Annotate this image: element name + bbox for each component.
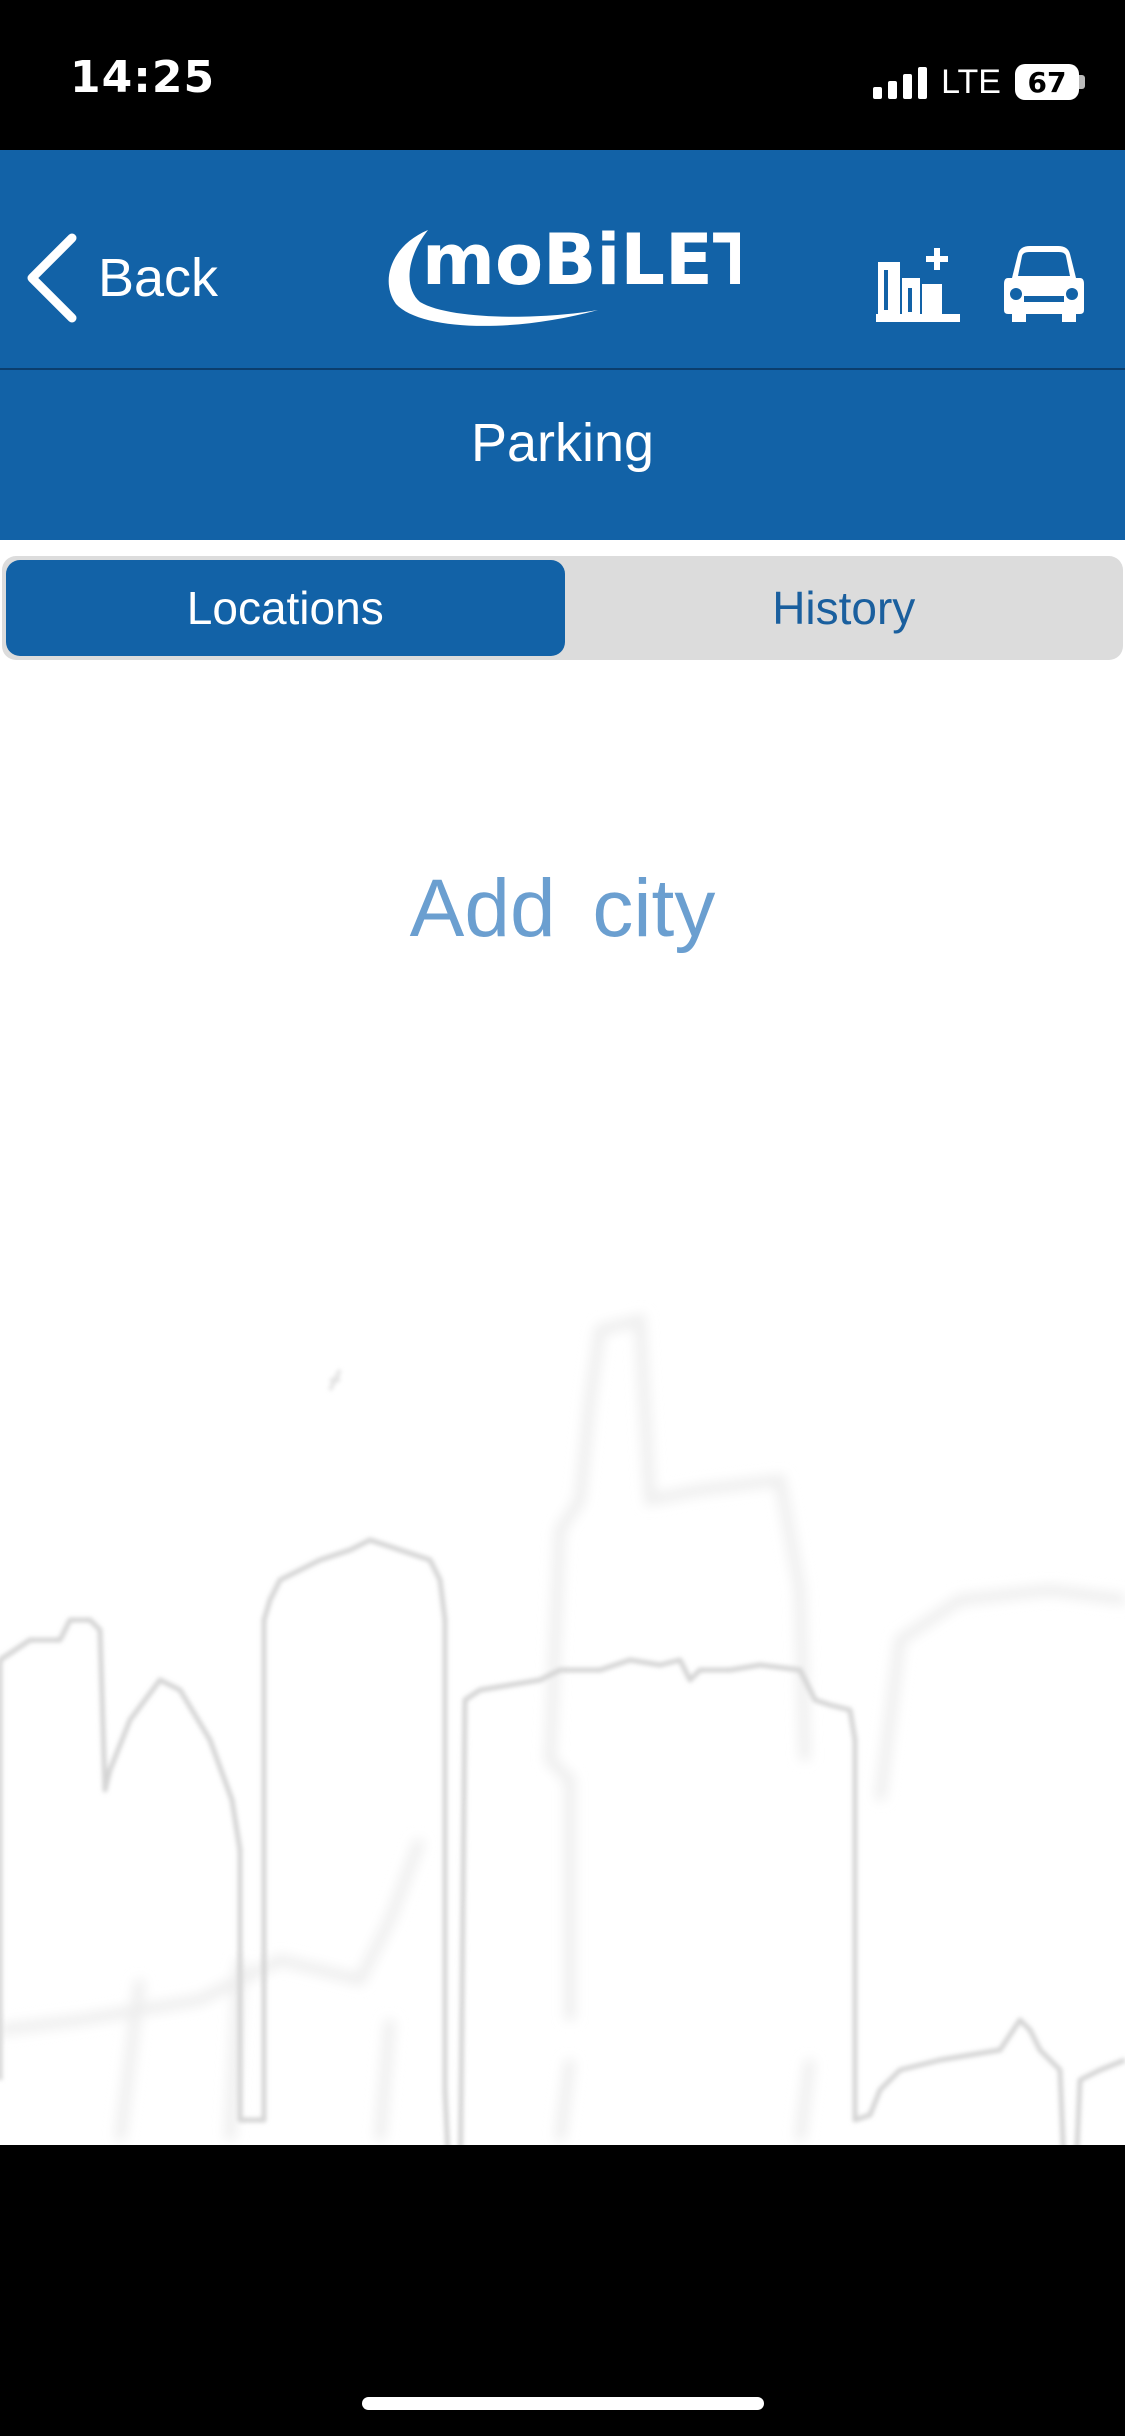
add-city-button[interactable]: Add city <box>0 862 1125 956</box>
signal-icon <box>873 65 928 99</box>
mobilet-logo: moBiLET <box>388 222 740 326</box>
page-header: Parking <box>0 370 1125 540</box>
home-indicator[interactable] <box>362 2397 764 2410</box>
main-content: Locations History Add city <box>0 540 1125 2145</box>
logo-text: moBiLET <box>422 222 740 301</box>
app-header: Back moBiLET <box>0 150 1125 370</box>
network-type: LTE <box>941 62 1001 101</box>
home-indicator-area <box>0 2145 1125 2436</box>
city-skyline-illustration <box>0 1313 1125 2145</box>
battery-icon: 67 <box>1015 64 1079 100</box>
page-title: Parking <box>470 413 655 473</box>
chevron-left-icon <box>27 233 77 323</box>
battery-nub <box>1079 75 1085 89</box>
tab-locations[interactable]: Locations <box>6 560 565 656</box>
status-time: 14:25 <box>70 52 216 103</box>
add-city-icon[interactable] <box>874 244 962 324</box>
tab-history[interactable]: History <box>565 556 1124 660</box>
back-button[interactable]: Back <box>24 232 218 324</box>
segmented-control: Locations History <box>2 556 1123 660</box>
status-bar: 14:25 LTE 67 <box>0 0 1125 150</box>
car-icon[interactable] <box>1002 242 1086 324</box>
status-indicators: LTE 67 <box>873 60 1085 104</box>
battery-level: 67 <box>1027 65 1067 99</box>
back-label: Back <box>98 248 219 308</box>
